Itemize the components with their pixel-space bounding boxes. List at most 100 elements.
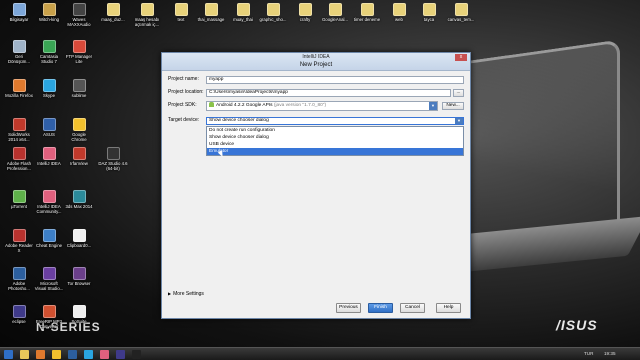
taskbar-skype-icon[interactable] [84,350,93,359]
chevron-right-icon: ▶ [168,291,172,296]
target-device-select[interactable]: Show device chooser dialog ▼ [206,117,464,125]
taskbar-start-icon[interactable] [4,350,13,359]
dropdown-option[interactable]: Show device chooser dialog [207,134,463,141]
desktop-icon-label: ASUS [43,132,55,137]
app-icon [204,3,218,16]
desktop-icon-label: GoogleAnal... [321,17,349,22]
help-button[interactable]: Help [436,303,461,313]
project-name-input[interactable]: myapp [206,76,464,84]
desktop-icon-label: maaş_duz... [101,17,125,22]
taskbar-chrome-icon[interactable] [52,350,61,359]
desktop-icon[interactable]: Tor Browser [64,267,94,286]
dropdown-option[interactable]: Do not create run configuration [207,127,463,134]
desktop-icon-label: crafty [299,17,311,22]
language-indicator[interactable]: TUR [584,351,593,356]
desktop-icon-label: Mozilla Firefox [5,93,33,98]
app-icon [12,305,26,318]
project-sdk-value: Android 4.2.2 Google APIs [216,103,273,108]
app-icon [42,190,56,203]
taskbar-intellij-icon[interactable] [100,350,109,359]
desktop-icon[interactable]: IntelliJ IDEA Community... [34,190,64,214]
project-sdk-label: Project SDK: [168,102,197,108]
desktop-icon-label: Adobe Reader X [5,243,33,253]
taskbar-photoshop-icon[interactable] [68,350,77,359]
desktop-icon[interactable]: 3ds Max 2014 [64,190,94,209]
desktop-icon[interactable]: maaş_duz... [98,3,128,22]
desktop-icon-label: timer deneme [353,17,381,22]
app-icon [106,3,120,16]
app-icon [12,147,26,160]
desktop-icon[interactable]: Bilgisayar [4,3,34,22]
new-sdk-button[interactable]: New... [442,102,464,110]
project-sdk-select[interactable]: Android 4.2.2 Google APIs (java version … [206,101,438,111]
desktop-icon[interactable]: crafty [290,3,320,22]
desktop-icon[interactable]: Camtasia Studio 7 [34,40,64,64]
chevron-down-icon[interactable]: ▼ [455,118,463,124]
desktop-icon[interactable]: tayca [414,3,444,22]
cancel-button[interactable]: Cancel [400,303,425,313]
desktop-icon[interactable]: GoogleAnal... [320,3,350,22]
desktop-icon[interactable]: muay_thai [228,3,258,22]
desktop-icon[interactable]: SoSuite [64,305,94,324]
desktop-icon[interactable]: Clipboard0... [64,229,94,248]
new-project-dialog: IntelliJ IDEA New Project x Project name… [161,52,471,319]
project-location-label: Project location: [168,89,204,95]
app-icon [72,267,86,280]
desktop-icon[interactable]: web [384,3,414,22]
desktop-icon[interactable]: thai_massage [196,3,226,22]
taskbar-explorer-icon[interactable] [20,350,29,359]
browse-button[interactable]: ... [453,89,464,97]
app-icon [42,305,56,318]
desktop-icon[interactable]: Adobe Reader X [4,229,34,253]
desktop-icon[interactable]: graphic_sho... [258,3,288,22]
desktop-icon[interactable]: ASUS [34,118,64,137]
more-settings-toggle[interactable]: ▶ More Settings [168,291,204,297]
finish-button[interactable]: Finish [368,303,393,313]
desktop-icon[interactable]: eclipse [4,305,34,324]
desktop-icon[interactable]: SolidWorks 2014 x64... [4,118,34,142]
desktop-icon[interactable]: Mozilla Firefox [4,79,34,98]
desktop-icon[interactable]: Witch-king [34,3,64,22]
desktop-icon[interactable]: FTP Manager Lite [64,40,94,64]
taskbar-cmd-icon[interactable] [132,350,141,359]
dialog-titlebar[interactable]: IntelliJ IDEA New Project x [162,53,470,71]
desktop-icon[interactable]: Google Chrome [64,118,94,142]
desktop-icon[interactable]: µTorrent [4,190,34,209]
app-icon [298,3,312,16]
desktop-icon[interactable]: timer deneme [352,3,382,22]
app-icon [360,3,374,16]
desktop-icon-label: Camtasia Studio 7 [39,54,59,64]
close-icon[interactable]: x [455,54,467,61]
desktop-icon-label: sublime [71,93,87,98]
desktop-icon[interactable]: Adobe Flash Profession... [4,147,34,171]
app-icon [72,305,86,318]
desktop-icon[interactable]: canvas_tem... [446,3,476,22]
desktop-icon[interactable]: text [166,3,196,22]
project-location-input[interactable]: C:\Users\myasin\IdeaProjects\myapp [206,89,451,97]
clock[interactable]: 19:35 [604,351,616,356]
desktop-icon[interactable]: Microsoft Visual Studio... [34,267,64,291]
desktop-icon[interactable]: Adobe Photosho... [4,267,34,291]
desktop-icon-label: Geri Dönüşüm... [8,54,30,64]
desktop-icon[interactable]: IrfanView [64,147,94,166]
taskbar-firefox-icon[interactable] [36,350,45,359]
previous-button[interactable]: Previous [336,303,361,313]
desktop-icon[interactable]: Cheat Engine [34,229,64,248]
desktop-icon-label: Google Chrome [71,132,87,142]
desktop-icon-label: 3ds Max 2014 [65,204,93,209]
desktop-icon[interactable]: DAZ Studio 4.6 (64-bit) [98,147,128,171]
desktop-icon-label: eclipse [12,319,26,324]
desktop-icon[interactable]: IntelliJ IDEA [34,147,64,166]
dropdown-option[interactable]: Emulator [207,148,463,155]
desktop-icon[interactable]: Waves MAXXAudio [64,3,94,27]
desktop-icon[interactable]: Skype [34,79,64,98]
desktop-icon[interactable]: Geri Dönüşüm... [4,40,34,64]
desktop-icon-label: IrfanView [70,161,88,166]
dropdown-option[interactable]: USB device [207,141,463,148]
desktop-icon[interactable]: maaş hesabı açtırmak iç... [132,3,162,27]
chevron-down-icon[interactable]: ▼ [429,102,437,110]
dialog-app-title: IntelliJ IDEA [302,54,330,60]
taskbar-eclipse-icon[interactable] [116,350,125,359]
desktop-icon[interactable]: sublime [64,79,94,98]
desktop-icon[interactable]: FreeRIP MP3 Converter [34,305,64,329]
